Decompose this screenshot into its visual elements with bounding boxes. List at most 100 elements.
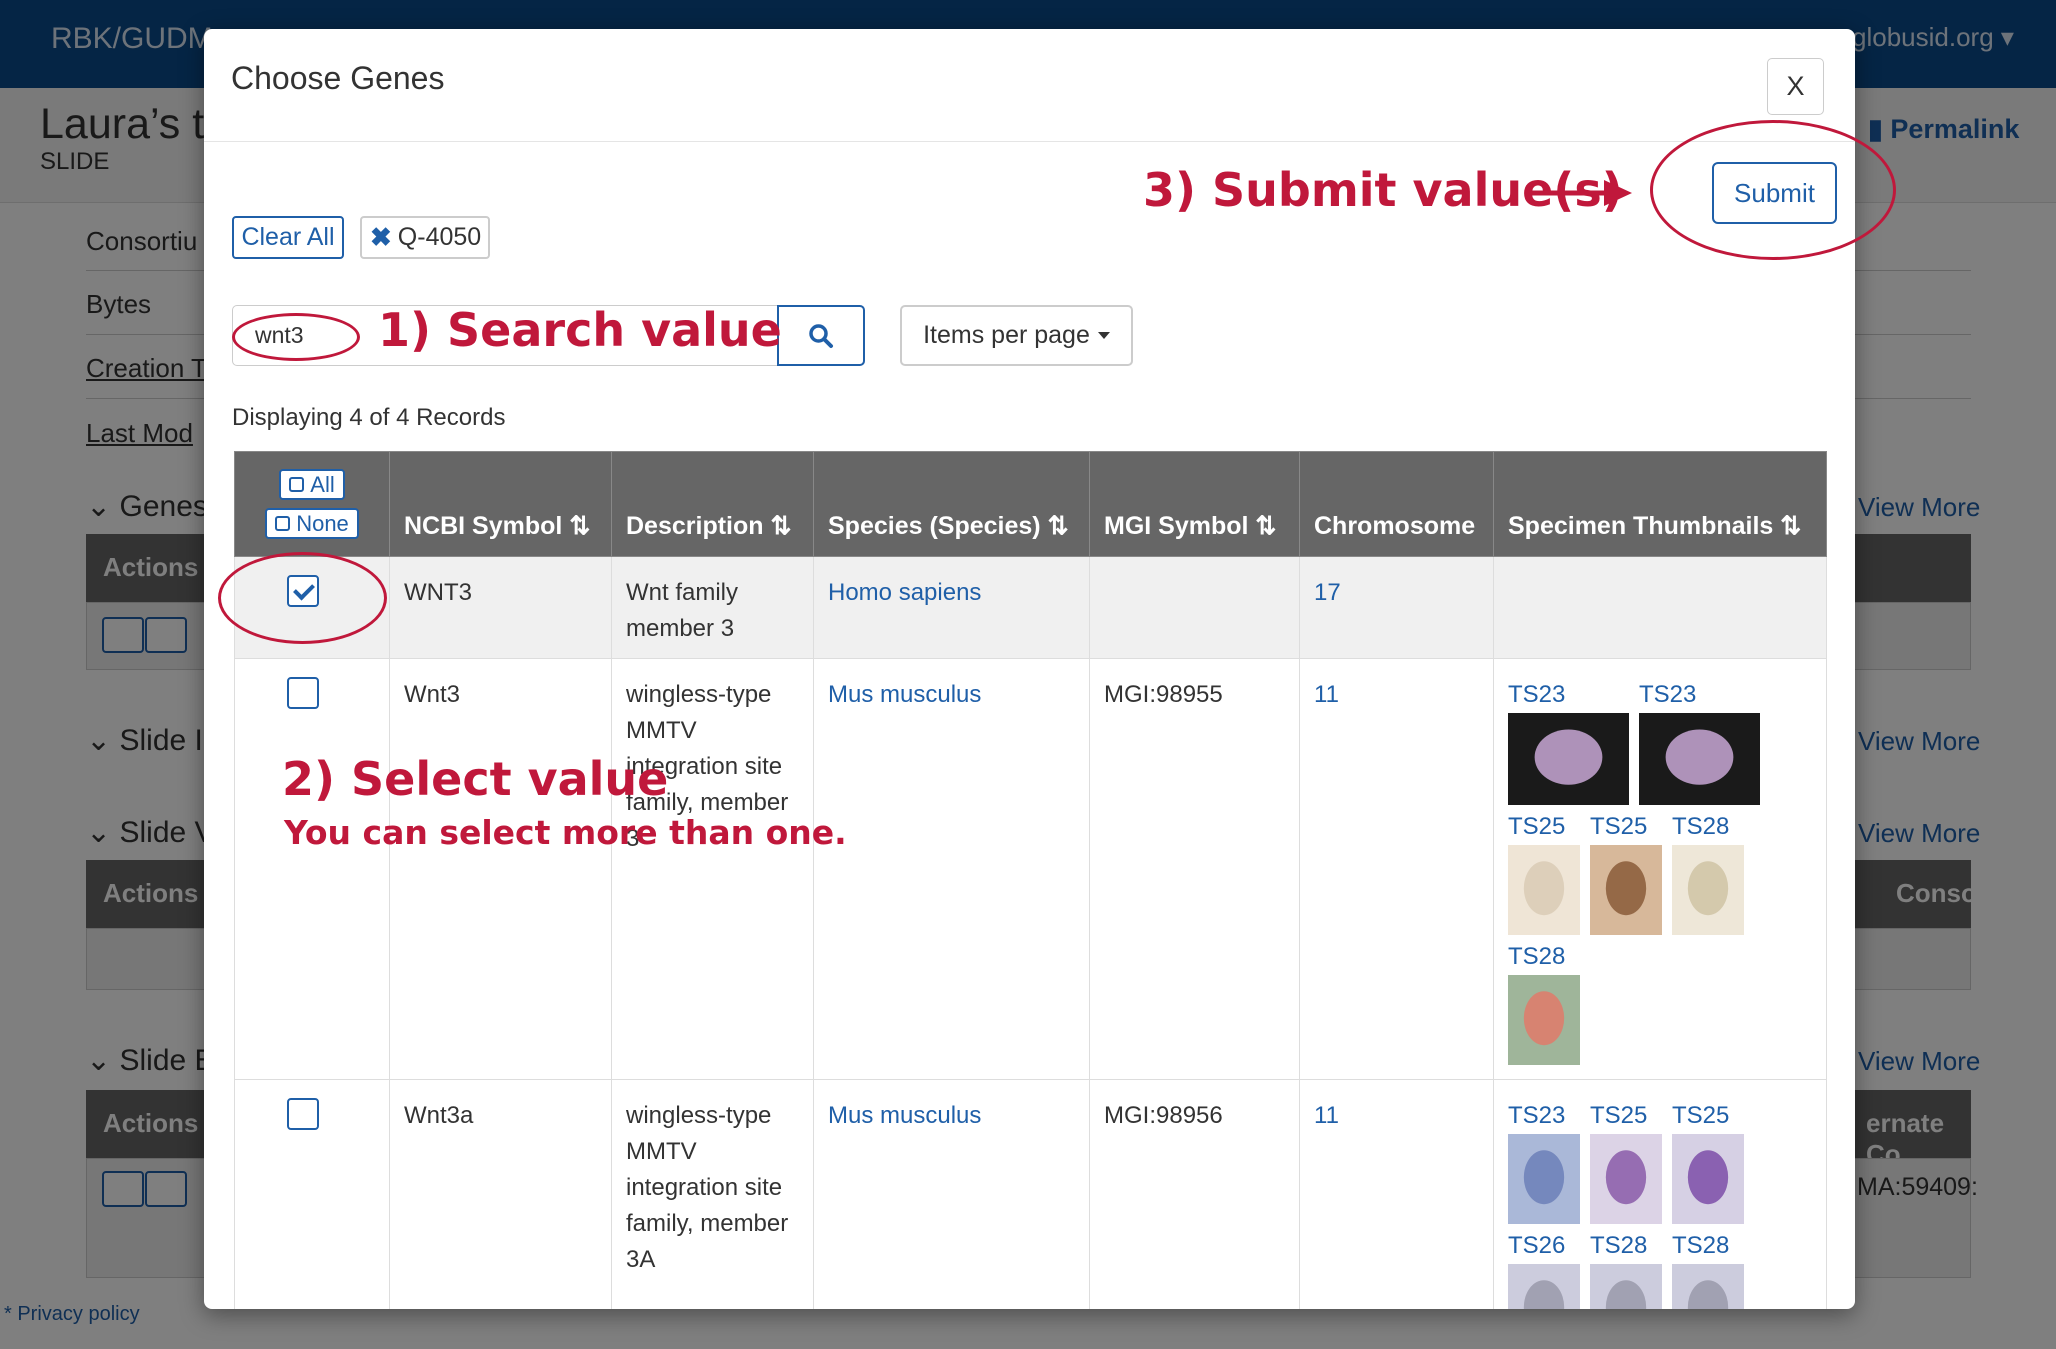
close-button[interactable]: X xyxy=(1767,58,1824,115)
specimen-image[interactable] xyxy=(1639,713,1760,805)
description-cell: Wnt family member 3 xyxy=(611,556,814,659)
thumbnail-stage-label[interactable]: TS23 xyxy=(1639,677,1760,713)
species-link[interactable]: Mus musculus xyxy=(828,681,981,708)
specimen-thumbnail[interactable]: TS28 xyxy=(1590,1228,1662,1309)
specimen-thumbnail[interactable]: TS25 xyxy=(1590,809,1662,935)
choose-genes-modal: Choose Genes X Submit Clear All ✖ Q-4050… xyxy=(204,29,1855,1309)
column-label: Chromosome xyxy=(1314,512,1476,540)
ncbi-symbol-cell: WNT3 xyxy=(389,556,612,659)
specimen-image[interactable] xyxy=(1508,845,1580,935)
specimen-thumbnail[interactable]: TS23 xyxy=(1508,677,1629,805)
thumbnail-stage-label[interactable]: TS25 xyxy=(1590,809,1662,845)
specimen-image[interactable] xyxy=(1590,1264,1662,1309)
thumbnail-stage-label[interactable]: TS28 xyxy=(1672,809,1744,845)
specimen-image[interactable] xyxy=(1672,845,1744,935)
species-cell: Mus musculus xyxy=(813,1079,1090,1309)
selected-filter-chip[interactable]: ✖ Q-4050 xyxy=(360,216,490,259)
specimen-image[interactable] xyxy=(1590,1134,1662,1224)
specimen-thumbnail[interactable]: TS28 xyxy=(1672,809,1744,935)
specimen-thumbnail[interactable]: TS25 xyxy=(1590,1098,1662,1224)
species-link[interactable]: Homo sapiens xyxy=(828,579,981,606)
column-label: NCBI Symbol xyxy=(404,512,563,540)
specimen-thumbnail[interactable]: TS28 xyxy=(1672,1228,1744,1309)
mgi-symbol-cell xyxy=(1089,556,1300,659)
thumbnail-stage-label[interactable]: TS25 xyxy=(1508,809,1580,845)
specimen-image[interactable] xyxy=(1672,1134,1744,1224)
column-header-description[interactable]: Description ⇅ xyxy=(611,451,814,557)
sort-icon[interactable]: ⇅ xyxy=(1255,512,1276,540)
thumbnail-stage-label[interactable]: TS25 xyxy=(1672,1098,1744,1134)
column-label: Species (Species) xyxy=(828,512,1041,540)
select-all-button[interactable]: All xyxy=(279,469,345,500)
thumbnail-grid: TS23 TS23 TS25 TS25 TS28 TS28 xyxy=(1508,677,1808,1069)
specimen-thumbnail[interactable]: TS23 xyxy=(1639,677,1760,805)
square-icon xyxy=(275,516,291,531)
specimen-image[interactable] xyxy=(1508,1134,1580,1224)
thumbnail-stage-label[interactable]: TS26 xyxy=(1508,1228,1580,1264)
thumbnail-stage-label[interactable]: TS23 xyxy=(1508,1098,1580,1134)
chromosome-cell: 11 xyxy=(1299,1079,1494,1309)
thumbnail-grid: TS23 TS25 TS25 TS26 TS28 TS28 xyxy=(1508,1098,1808,1309)
items-per-page-label: Items per page xyxy=(923,321,1090,349)
column-header-species[interactable]: Species (Species) ⇅ xyxy=(813,451,1090,557)
thumbnail-stage-label[interactable]: TS23 xyxy=(1508,677,1629,713)
modal-header-divider xyxy=(204,141,1855,142)
sort-icon[interactable]: ⇅ xyxy=(770,512,791,540)
select-none-button[interactable]: None xyxy=(265,508,359,539)
record-count: Displaying 4 of 4 Records xyxy=(232,404,506,431)
items-per-page-dropdown[interactable]: Items per page xyxy=(900,305,1133,366)
select-all-label: All xyxy=(310,471,335,497)
genes-table: All None NCBI Symbol ⇅ Description ⇅ Spe… xyxy=(234,451,1827,1309)
clear-all-button[interactable]: Clear All xyxy=(232,216,344,259)
thumbnail-stage-label[interactable]: TS25 xyxy=(1590,1098,1662,1134)
specimen-thumbnail[interactable]: TS23 xyxy=(1508,1098,1580,1224)
specimen-thumbnail[interactable]: TS25 xyxy=(1508,809,1580,935)
table-row[interactable]: Wnt3 wingless-type MMTV integration site … xyxy=(234,658,1827,1080)
row-checkbox[interactable] xyxy=(287,677,319,709)
table-row[interactable]: WNT3 Wnt family member 3 Homo sapiens 17 xyxy=(234,556,1827,659)
ncbi-symbol-cell: Wnt3 xyxy=(389,658,612,1080)
specimen-thumbnail[interactable]: TS28 xyxy=(1508,939,1580,1065)
column-header-chromosome: Chromosome xyxy=(1299,451,1494,557)
species-cell: Mus musculus xyxy=(813,658,1090,1080)
sort-icon[interactable]: ⇅ xyxy=(569,512,590,540)
column-label: Specimen Thumbnails xyxy=(1508,512,1774,540)
modal-title: Choose Genes xyxy=(231,60,445,96)
thumbnail-stage-label[interactable]: TS28 xyxy=(1508,939,1580,975)
mgi-symbol-cell: MGI:98956 xyxy=(1089,1079,1300,1309)
specimen-image[interactable] xyxy=(1508,1264,1580,1309)
search-button[interactable] xyxy=(777,305,865,366)
table-header-row: All None NCBI Symbol ⇅ Description ⇅ Spe… xyxy=(234,451,1827,557)
chromosome-link[interactable]: 17 xyxy=(1314,579,1341,606)
specimen-image[interactable] xyxy=(1508,975,1580,1065)
column-label: Description xyxy=(626,512,764,540)
sort-icon[interactable]: ⇅ xyxy=(1048,512,1069,540)
species-link[interactable]: Mus musculus xyxy=(828,1102,981,1129)
chromosome-link[interactable]: 11 xyxy=(1314,681,1339,708)
description-cell: wingless-type MMTV integration site fami… xyxy=(611,1079,814,1309)
thumbnail-stage-label[interactable]: TS28 xyxy=(1672,1228,1744,1264)
specimen-image[interactable] xyxy=(1672,1264,1744,1309)
annotation-circle-checkbox xyxy=(218,552,387,644)
column-header-mgi-symbol[interactable]: MGI Symbol ⇅ xyxy=(1089,451,1300,557)
column-header-specimen-thumbnails[interactable]: Specimen Thumbnails ⇅ xyxy=(1493,451,1827,557)
specimen-image[interactable] xyxy=(1590,845,1662,935)
species-cell: Homo sapiens xyxy=(813,556,1090,659)
row-checkbox[interactable] xyxy=(287,1098,319,1130)
specimen-thumbnail[interactable]: TS25 xyxy=(1672,1098,1744,1224)
annotation-step2: 2) Select value xyxy=(282,752,669,806)
sort-icon[interactable]: ⇅ xyxy=(1780,512,1801,540)
caret-down-icon xyxy=(1097,332,1110,339)
column-label: MGI Symbol xyxy=(1104,512,1249,540)
select-cell[interactable] xyxy=(234,658,390,1080)
remove-chip-icon[interactable]: ✖ xyxy=(370,222,392,253)
chromosome-cell: 17 xyxy=(1299,556,1494,659)
select-cell[interactable] xyxy=(234,1079,390,1309)
thumbnail-stage-label[interactable]: TS28 xyxy=(1590,1228,1662,1264)
search-icon xyxy=(809,323,833,348)
specimen-thumbnail[interactable]: TS26 xyxy=(1508,1228,1580,1309)
table-row[interactable]: Wnt3a wingless-type MMTV integration site… xyxy=(234,1079,1827,1309)
specimen-image[interactable] xyxy=(1508,713,1629,805)
chromosome-link[interactable]: 11 xyxy=(1314,1102,1339,1129)
column-header-ncbi-symbol[interactable]: NCBI Symbol ⇅ xyxy=(389,451,612,557)
